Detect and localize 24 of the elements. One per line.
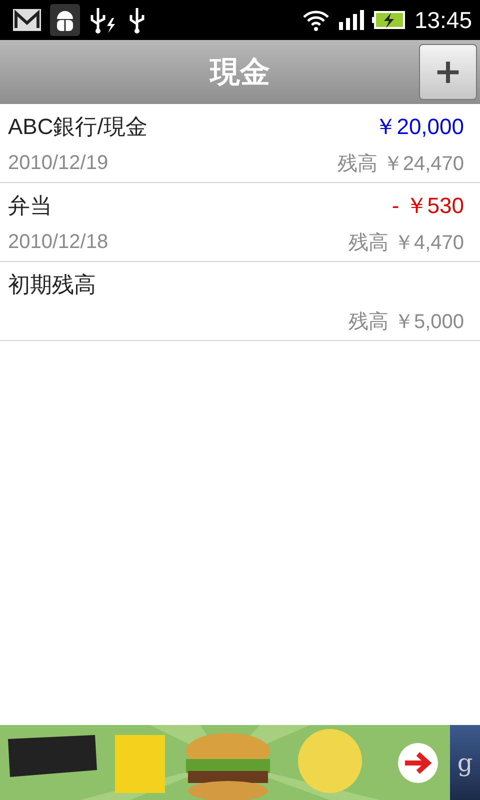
signal-icon [338,10,364,30]
transaction-row[interactable]: ABC銀行/現金 ￥20,000 2010/12/19 残高 ￥24,470 [0,104,480,183]
page-title: 現金 [210,54,270,92]
usb-icon [88,6,118,34]
mail-icon [12,7,42,33]
bug-icon [50,4,80,36]
balance-text: 残高 ￥24,470 [337,152,464,177]
balance-text: 残高 ￥4,470 [348,231,464,256]
balance-text: 残高 ￥5,000 [348,310,464,335]
transaction-row[interactable]: 弁当 - ￥530 2010/12/18 残高 ￥4,470 [0,183,480,262]
g-icon: g [457,748,473,776]
transaction-date: 2010/12/19 [8,152,108,175]
transaction-amount: ￥20,000 [374,112,464,140]
wifi-icon [302,9,330,31]
transaction-date: 2010/12/18 [8,231,108,254]
add-button[interactable]: + [419,44,477,100]
transaction-name: 弁当 [8,192,52,220]
transaction-amount: - ￥530 [392,192,464,220]
battery-icon [372,10,406,30]
transaction-name: 初期残高 [8,270,96,298]
ad-network-badge[interactable]: g [450,725,480,800]
transaction-name: ABC銀行/現金 [8,112,148,140]
clock-time: 13:45 [414,6,472,34]
transaction-row[interactable]: 初期残高 残高 ￥5,000 [0,262,480,341]
